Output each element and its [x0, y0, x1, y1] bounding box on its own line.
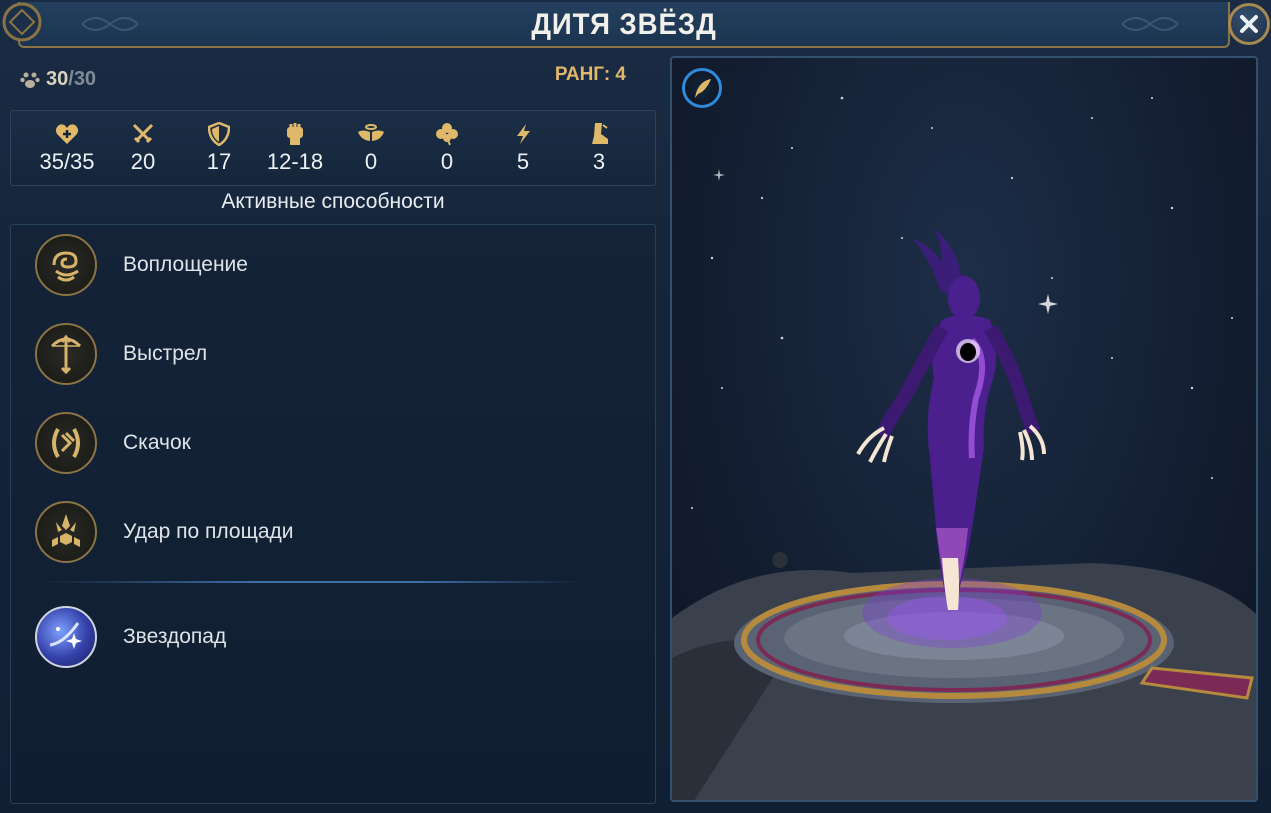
- title-bar: ДИТЯ ЗВЁЗД: [18, 2, 1230, 48]
- window-title: ДИТЯ ЗВЁЗД: [531, 8, 717, 41]
- morale-wings-icon: [358, 124, 384, 141]
- stat-value: 5: [516, 149, 530, 174]
- spell-starfall[interactable]: Звездопад: [35, 605, 226, 669]
- corner-ornament-icon: [2, 2, 42, 42]
- stat-defense: 17: [181, 121, 257, 175]
- stat-damage: 12-18: [257, 121, 333, 175]
- damage-fist-icon: [287, 123, 303, 145]
- stat-luck: 0: [409, 121, 485, 175]
- abilities-heading: Активные способности: [221, 190, 445, 213]
- stat-value: 0: [364, 149, 378, 174]
- unit-stats-panel: 30/30 РАНГ: 4 35/35 20 17 12-18 0 0 5 3 …: [10, 52, 658, 804]
- ability-leap[interactable]: Скачок: [35, 411, 191, 475]
- stat-value: 17: [206, 149, 232, 174]
- section-divider: [41, 581, 581, 583]
- attack-swords-icon: [132, 123, 154, 144]
- creature-scene: [672, 96, 1256, 800]
- stat-speed: 3: [561, 121, 637, 175]
- squad-count: 30/30: [20, 68, 96, 91]
- ability-name: Выстрел: [123, 342, 208, 365]
- ability-incarnation[interactable]: Воплощение: [35, 233, 248, 297]
- bow-shot-icon: [50, 334, 82, 374]
- rank-label: РАНГ: 4: [554, 64, 626, 85]
- ability-name: Скачок: [123, 431, 191, 454]
- ability-name: Воплощение: [123, 253, 248, 276]
- leap-icon: [52, 428, 80, 458]
- luck-clover-icon: [436, 123, 458, 146]
- quill-icon: [695, 79, 711, 98]
- close-button[interactable]: [1228, 3, 1270, 45]
- ability-area-strike[interactable]: Удар по площади: [35, 500, 294, 564]
- ability-shot[interactable]: Выстрел: [35, 322, 207, 386]
- unit-info-window: ДИТЯ ЗВЁЗД 30/30 РАНГ: 4 35/35 20 17 12-…: [0, 0, 1271, 813]
- health-heart-icon: [55, 124, 79, 144]
- spell-name: Звездопад: [123, 625, 227, 648]
- stat-initiative: 5: [485, 121, 561, 175]
- lore-button[interactable]: [682, 68, 722, 108]
- stat-value: 0: [440, 149, 454, 174]
- defense-shield-icon: [208, 122, 230, 146]
- squad-max: 30: [73, 68, 97, 90]
- stat-morale: 0: [333, 121, 409, 175]
- ability-name: Удар по площади: [123, 520, 294, 543]
- stat-value: 35/35: [39, 149, 95, 174]
- starchild-figure: [856, 228, 1046, 610]
- initiative-lightning-icon: [517, 124, 530, 144]
- stat-value: 3: [592, 149, 606, 174]
- close-icon: [1240, 15, 1258, 33]
- sparkles: [713, 169, 1058, 314]
- stat-attack: 20: [105, 121, 181, 175]
- incarnation-icon: [52, 251, 79, 282]
- stat-health: 35/35: [29, 121, 105, 175]
- paw-icon: [20, 72, 40, 88]
- speed-boot-icon: [592, 123, 608, 144]
- abilities-list: Воплощение Выстрел Скачок Удар по площад…: [10, 224, 656, 804]
- squad-current: 30: [46, 68, 69, 90]
- creature-model-viewport[interactable]: [670, 56, 1258, 802]
- starfall-icon: [49, 622, 82, 649]
- area-strike-icon: [52, 514, 80, 547]
- stat-value: 12-18: [266, 149, 324, 174]
- stat-value: 20: [130, 149, 156, 174]
- stats-bar: 35/35 20 17 12-18 0 0 5 3: [10, 110, 656, 186]
